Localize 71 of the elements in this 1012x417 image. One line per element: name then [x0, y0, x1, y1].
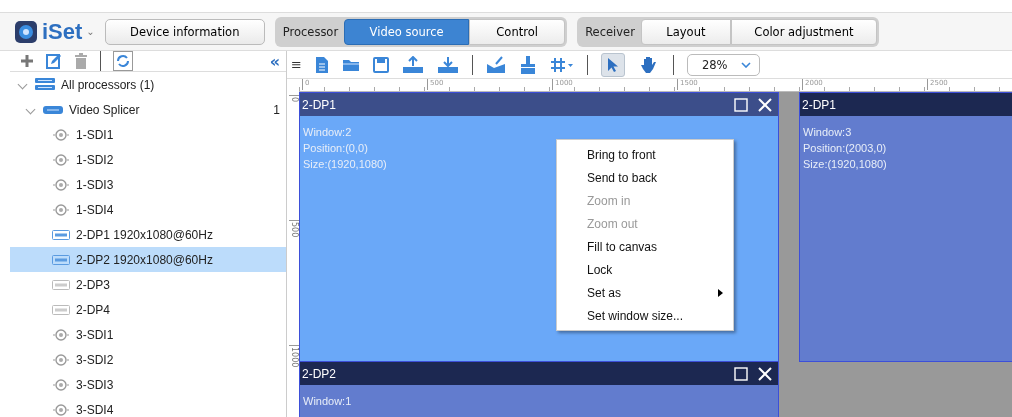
source-tree-item[interactable]: 1-SDI3: [10, 172, 286, 197]
window-info-text: Window:1: [303, 394, 352, 409]
window-info-text: Position:(2003,0): [803, 141, 887, 156]
add-icon[interactable]: [20, 54, 34, 68]
window-info-text: Size:(1920,1080): [303, 157, 387, 172]
grid-dropdown-icon[interactable]: [549, 56, 574, 73]
layout-window[interactable]: 2-DP1 Window:3 Position:(2003,0) Size:(1920,1080): [799, 92, 1012, 362]
source-tree-item[interactable]: 3-SDI1: [10, 322, 286, 347]
folder-icon[interactable]: [341, 57, 360, 72]
source-tree-item[interactable]: 3-SDI2: [10, 347, 286, 372]
window-header[interactable]: 2-DP1: [300, 93, 778, 116]
app-name: iSet: [42, 18, 83, 45]
tab[interactable]: Video source: [344, 18, 470, 45]
trash-icon[interactable]: [74, 53, 88, 69]
hand-icon: [639, 55, 658, 74]
window-title: 2-DP1: [302, 97, 336, 112]
close-icon[interactable]: [758, 366, 772, 381]
refresh-icon[interactable]: [113, 51, 133, 71]
zoom-dropdown[interactable]: 28%: [686, 53, 761, 76]
tab-group-label: Receiver: [584, 24, 636, 39]
close-icon[interactable]: [758, 97, 772, 112]
menu-item[interactable]: Set window size...: [557, 304, 733, 327]
source-tree-item[interactable]: 3-SDI3: [10, 372, 286, 397]
window-info-text: Size:(1920,1080): [803, 157, 887, 172]
tab[interactable]: Layout: [640, 18, 731, 45]
server-icon: [35, 76, 55, 93]
pointer-icon: [606, 56, 619, 73]
window-header[interactable]: 2-DP1: [800, 93, 1012, 116]
save-icon[interactable]: [372, 56, 389, 73]
window-info-text: Window:3: [803, 125, 852, 140]
app-logo-icon: [14, 19, 38, 44]
device-icon: [43, 104, 63, 115]
upload-icon[interactable]: [401, 55, 424, 74]
brush-icon[interactable]: [518, 55, 537, 74]
menu-item[interactable]: Fill to canvas: [557, 235, 733, 258]
maximize-icon[interactable]: [734, 366, 748, 381]
tray-arrow-icon[interactable]: [485, 55, 506, 74]
source-tree-item[interactable]: 1-SDI2: [10, 147, 286, 172]
download-icon[interactable]: [436, 55, 459, 74]
new-document-icon[interactable]: [314, 55, 329, 74]
source-tree-item[interactable]: 1-SDI4: [10, 197, 286, 222]
app-menu-caret[interactable]: ⌄: [86, 26, 95, 37]
tab[interactable]: Control: [469, 18, 566, 45]
menu-item[interactable]: Send to back: [557, 166, 733, 189]
tab-group-label: Processor: [281, 24, 340, 39]
source-tree-item[interactable]: 1-SDI1: [10, 122, 286, 147]
pointer-tool-button[interactable]: [600, 52, 625, 77]
window-title: 2-DP1: [802, 97, 836, 112]
menu-item[interactable]: Bring to front: [557, 143, 733, 166]
device-information-button[interactable]: Device information: [104, 18, 265, 45]
tab[interactable]: Color adjustment: [730, 18, 877, 45]
tree-item-label[interactable]: Video Splicer: [69, 102, 140, 117]
tree-item-label[interactable]: All processors (1): [61, 77, 155, 92]
source-tree-item[interactable]: 2-DP3: [10, 272, 286, 297]
maximize-icon[interactable]: [734, 97, 748, 112]
source-tree-item[interactable]: 2-DP1 1920x1080@60Hz: [10, 222, 286, 247]
window-title: 2-DP2: [302, 366, 336, 381]
item-count: 1: [273, 102, 280, 117]
menu-item[interactable]: Set as: [557, 281, 733, 304]
source-tree-item[interactable]: 3-SDI4: [10, 397, 286, 417]
window-info-text: Window:2: [303, 125, 352, 140]
window-info-text: Position:(0,0): [303, 141, 368, 156]
chevron-down-icon: [741, 61, 752, 68]
edit-icon[interactable]: [46, 53, 62, 69]
menu-icon[interactable]: ≡: [291, 57, 302, 72]
source-tree-item[interactable]: 2-DP2 1920x1080@60Hz: [10, 247, 286, 272]
layout-window[interactable]: 2-DP2 Window:1: [299, 361, 779, 417]
source-tree-item[interactable]: 2-DP4: [10, 297, 286, 322]
collapse-panel-button[interactable]: «: [269, 51, 280, 71]
menu-item[interactable]: Lock: [557, 258, 733, 281]
window-header[interactable]: 2-DP2: [300, 362, 778, 385]
